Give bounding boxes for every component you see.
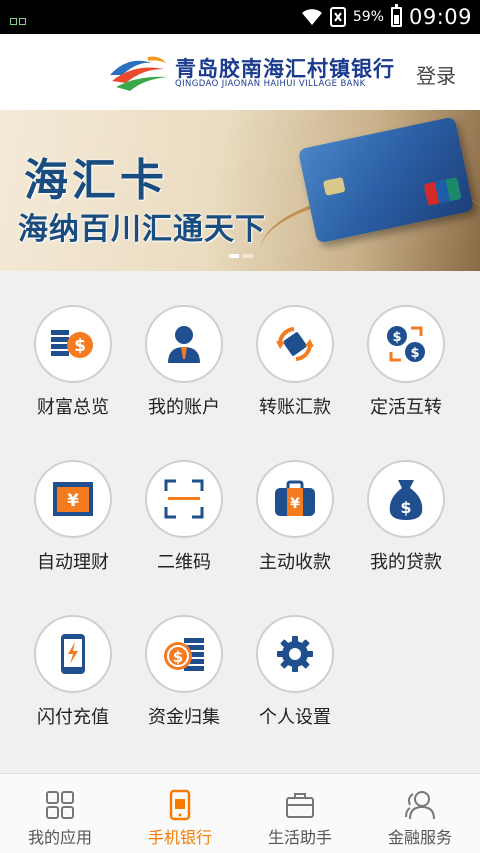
unionpay-logo [423, 177, 462, 206]
menu-label: 资金归集 [148, 707, 220, 728]
menu-label: 定活互转 [370, 397, 442, 418]
tab-label: 手机银行 [147, 828, 212, 847]
menu-label: 转账汇款 [259, 397, 331, 418]
banner-pager [229, 254, 253, 258]
tab-label: 我的应用 [27, 828, 92, 847]
yen-wallet-icon: ¥ [275, 480, 315, 516]
user-account-icon [168, 326, 200, 363]
bank-name-en: QINGDAO JIAONAN HAIHUI VILLAGE BANK [175, 79, 366, 89]
menu-item-receive-payment[interactable]: ¥ 主动收款 [240, 426, 350, 573]
svg-text:¥: ¥ [290, 496, 300, 512]
tab-financial-services[interactable]: 金融服务 [360, 774, 480, 853]
menu-item-fund-pooling[interactable]: $ 资金归集 [129, 581, 239, 728]
svg-text:$: $ [400, 498, 411, 517]
svg-text:$: $ [392, 330, 401, 345]
people-service-icon [405, 791, 435, 820]
coins-dollar-icon: $ [51, 330, 93, 358]
clock: 09:09 [408, 5, 472, 29]
menu-item-auto-finance[interactable]: ¥ 自动理财 [18, 426, 128, 573]
menu-label: 个人设置 [259, 707, 331, 728]
battery-percent: 59% [352, 9, 384, 25]
wifi-icon [301, 9, 322, 25]
briefcase-icon [286, 793, 314, 818]
money-bag-icon: $ [389, 480, 423, 520]
tab-label: 金融服务 [387, 828, 452, 847]
pager-dot [229, 254, 239, 258]
bank-logo [110, 56, 168, 91]
qr-scan-icon [164, 479, 204, 519]
menu-label: 我的账户 [148, 397, 220, 418]
menu-item-my-account[interactable]: 我的账户 [129, 271, 239, 418]
phone-flash-icon [61, 634, 85, 674]
login-button[interactable]: 登录 [416, 60, 456, 89]
tab-label: 生活助手 [267, 828, 332, 847]
tab-mobile-banking[interactable]: 手机银行 [120, 774, 240, 853]
menu-item-quickpass-topup[interactable]: 闪付充值 [18, 581, 128, 728]
battery-icon [390, 4, 402, 27]
svg-text:$: $ [173, 648, 183, 666]
tab-life-assistant[interactable]: 生活助手 [240, 774, 360, 853]
sim-signal-icon [329, 7, 346, 27]
menu-item-transfer[interactable]: 转账汇款 [240, 271, 350, 418]
menu-label: 闪付充值 [37, 707, 109, 728]
menu-label: 自动理财 [37, 552, 109, 573]
menu-grid: $ 财富总览 我的账户 转账汇款 $ $ 定活互转 ¥ 自动理财 二维码 ¥ 主… [0, 271, 480, 773]
menu-label: 主动收款 [259, 552, 331, 573]
status-bar: 59% 09:09 [0, 0, 480, 34]
banner-subtitle: 海纳百川汇通天下 [18, 212, 266, 247]
menu-label: 财富总览 [37, 397, 109, 418]
svg-text:$: $ [410, 346, 419, 361]
exchange-dollar-icon: $ $ [387, 326, 425, 362]
yen-screen-icon: ¥ [53, 482, 93, 516]
transfer-card-icon [276, 327, 314, 361]
menu-item-my-loans[interactable]: $ 我的贷款 [351, 426, 461, 573]
mobile-bank-icon [169, 789, 191, 821]
notification-icons [10, 10, 50, 25]
menu-item-fixed-current-exchange[interactable]: $ $ 定活互转 [351, 271, 461, 418]
app-header: 青岛胶南海汇村镇银行 QINGDAO JIAONAN HAIHUI VILLAG… [0, 34, 480, 110]
card-chip [322, 176, 346, 196]
menu-label: 我的贷款 [370, 552, 442, 573]
svg-text:¥: ¥ [67, 491, 79, 511]
pager-dot [243, 254, 253, 258]
menu-item-qr-code[interactable]: 二维码 [129, 426, 239, 573]
promo-banner[interactable]: 海汇卡 海纳百川汇通天下 [0, 110, 480, 271]
menu-item-personal-settings[interactable]: 个人设置 [240, 581, 350, 728]
coin-stack-icon: $ [164, 638, 204, 671]
grid-apps-icon [46, 791, 74, 819]
menu-label: 二维码 [157, 552, 211, 573]
menu-item-wealth-overview[interactable]: $ 财富总览 [18, 271, 128, 418]
bottom-tab-bar: 我的应用 手机银行 生活助手 金融服务 [0, 773, 480, 853]
tab-my-apps[interactable]: 我的应用 [0, 774, 120, 853]
svg-text:$: $ [74, 336, 86, 356]
gear-icon [277, 636, 313, 672]
banner-title: 海汇卡 [24, 155, 168, 206]
